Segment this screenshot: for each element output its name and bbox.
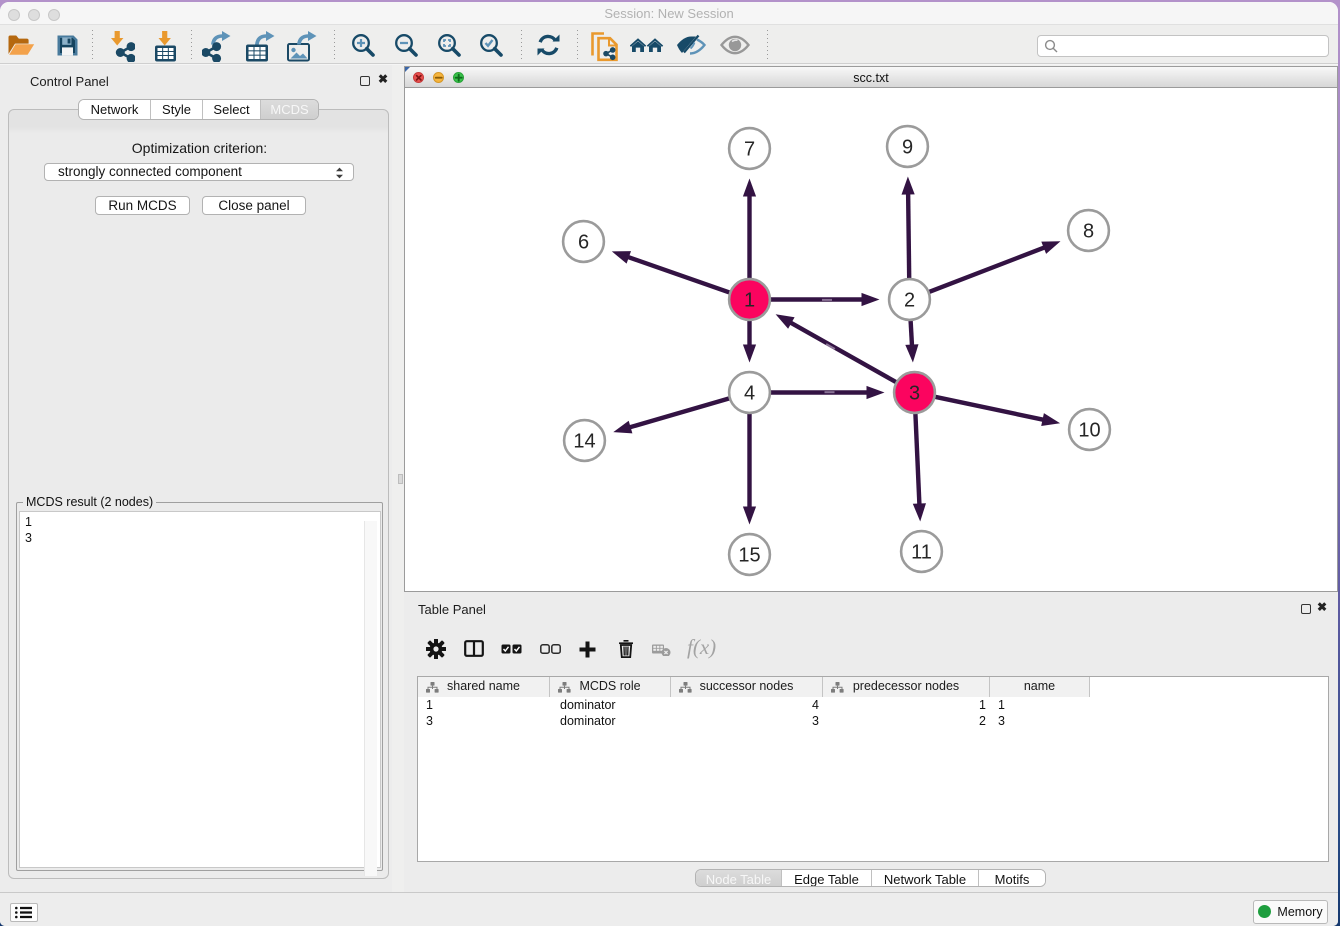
svg-text:3: 3 [909,383,920,405]
svg-text:8: 8 [1083,221,1094,243]
svg-text:11: 11 [911,542,932,564]
svg-text:9: 9 [902,137,913,159]
svg-text:2: 2 [904,290,915,312]
svg-text:6: 6 [578,232,589,254]
svg-text:7: 7 [744,139,755,161]
svg-text:f(x): f(x) [687,638,716,659]
svg-text:14: 14 [573,431,595,453]
svg-text:10: 10 [1078,420,1100,442]
svg-text:1: 1 [744,290,755,312]
svg-text:4: 4 [744,383,755,405]
svg-text:15: 15 [738,545,760,567]
